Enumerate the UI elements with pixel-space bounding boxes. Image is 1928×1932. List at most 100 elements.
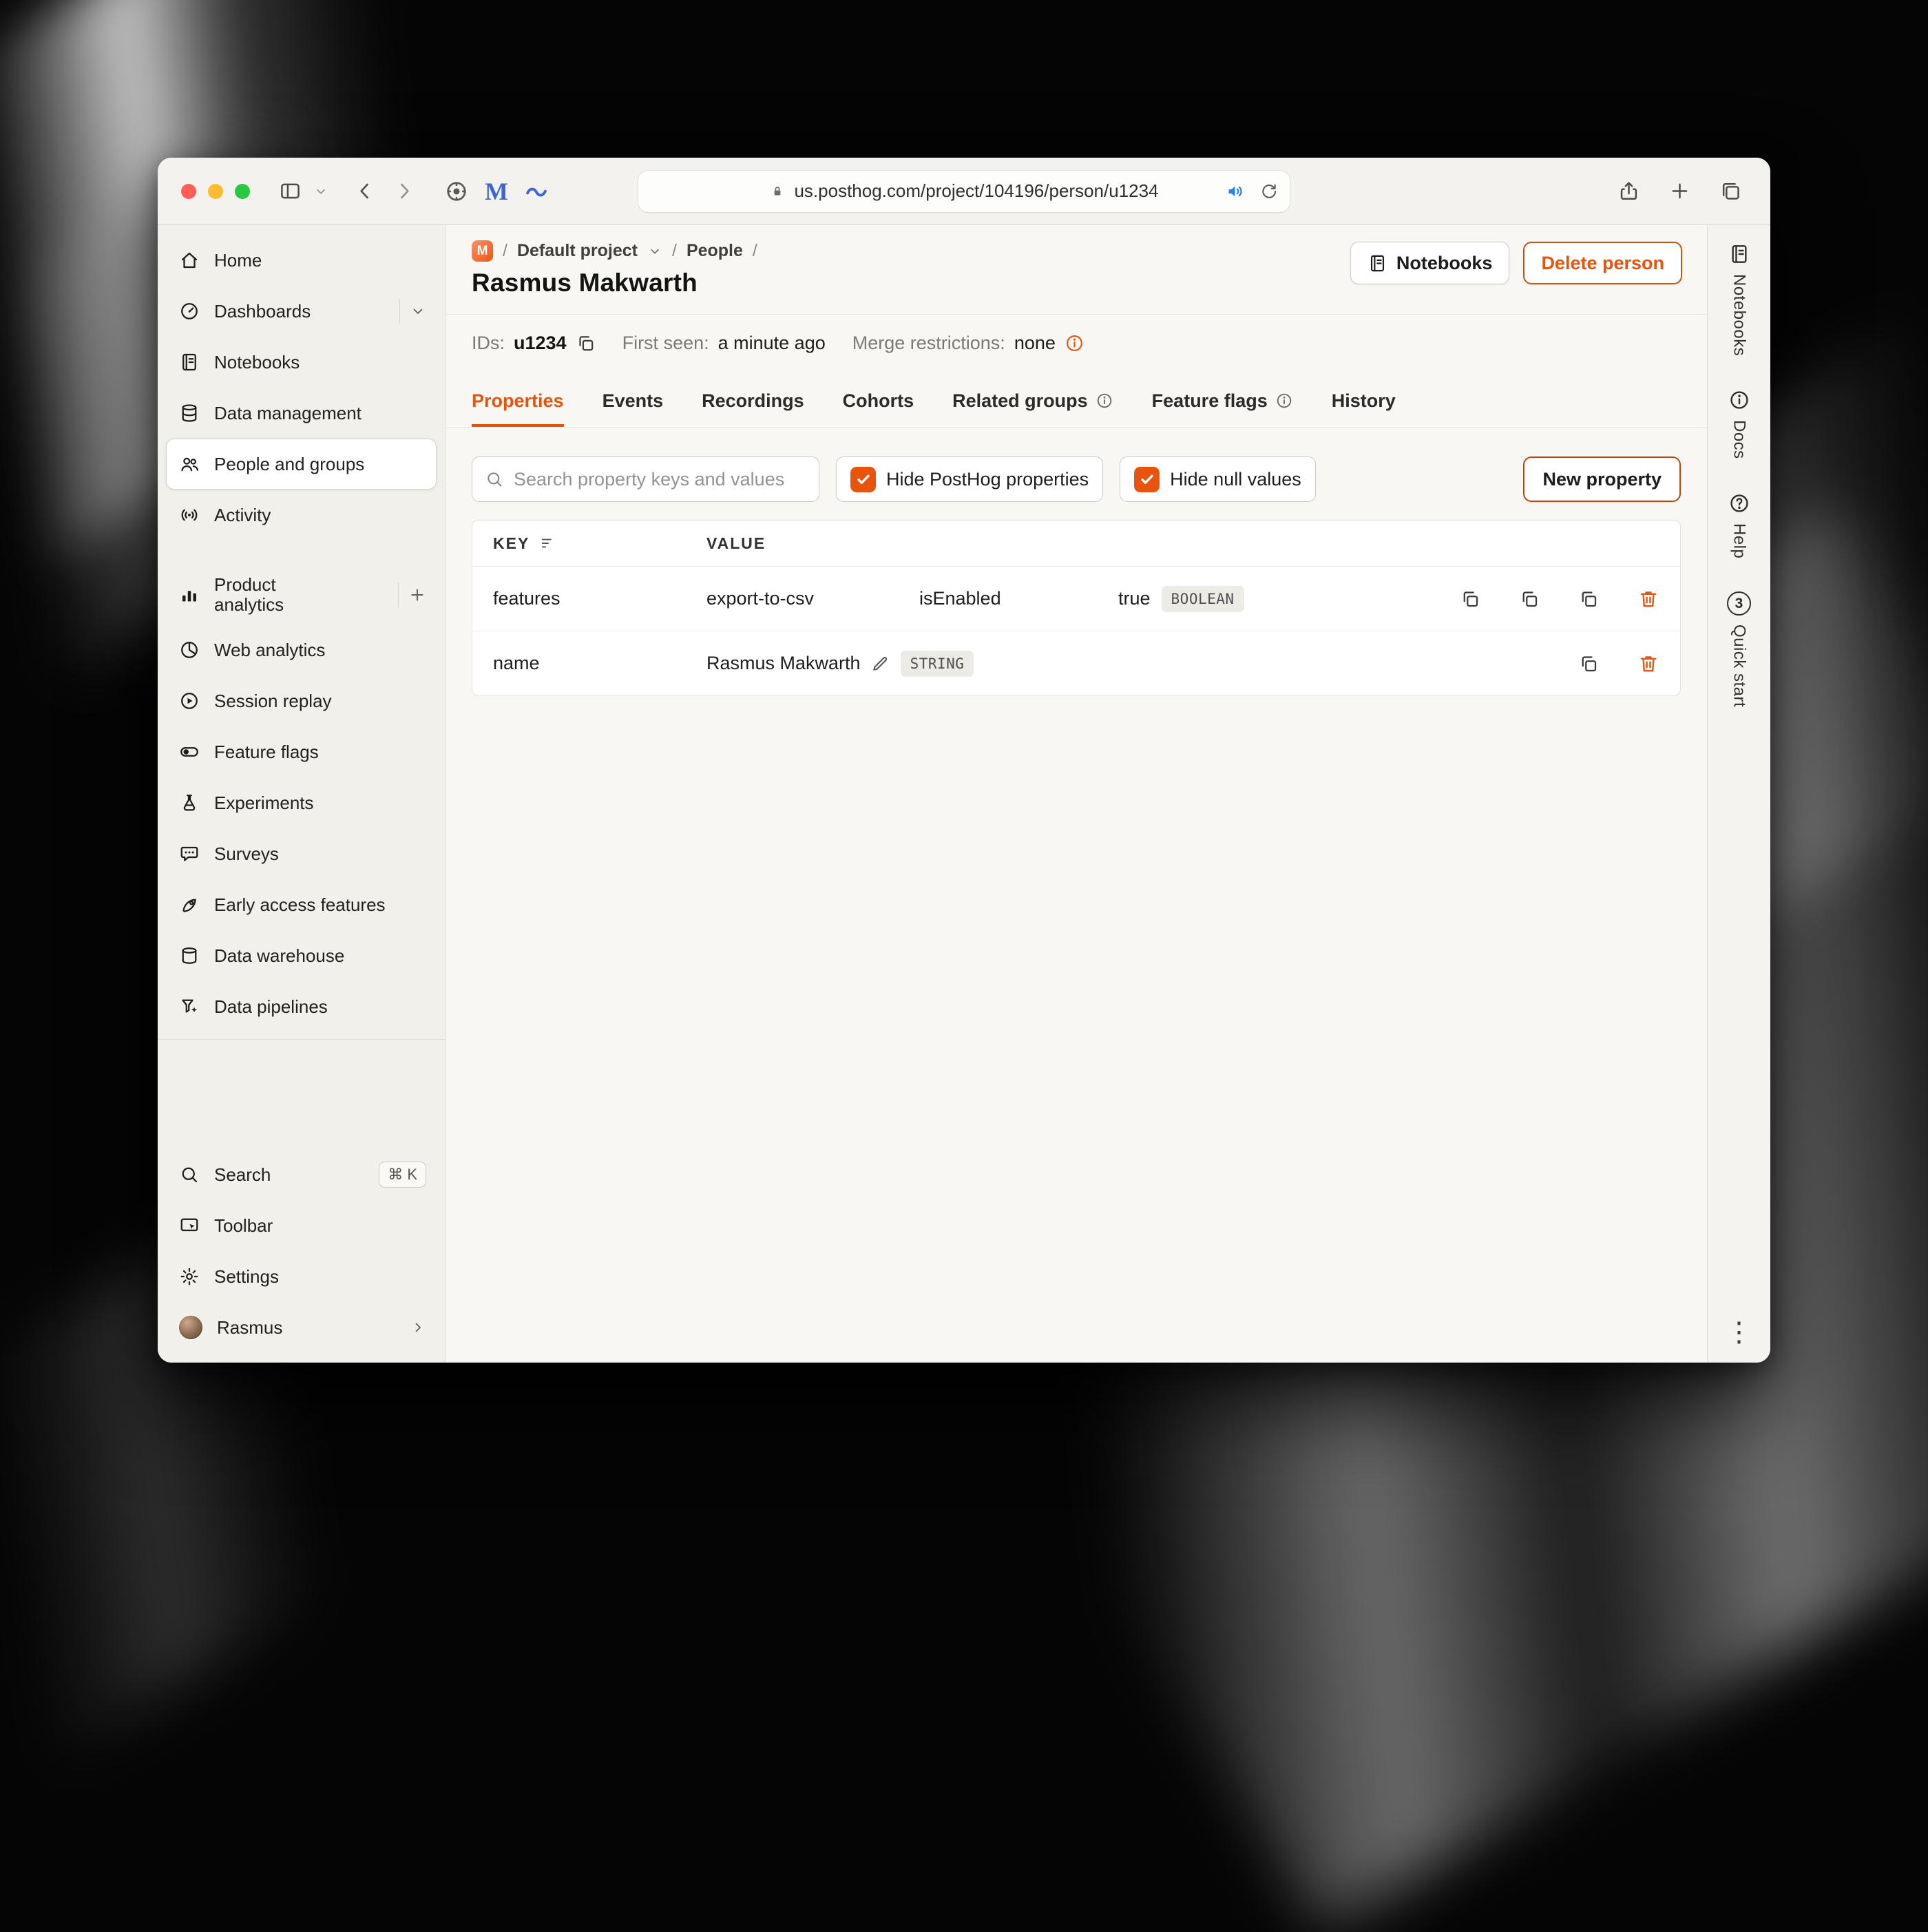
breadcrumb-people-link[interactable]: People [687, 241, 743, 261]
property-path-segment: isEnabled [919, 588, 1001, 609]
type-badge: BOOLEAN [1161, 585, 1244, 612]
type-badge: STRING [900, 650, 974, 677]
rail-item-help[interactable]: Help [1728, 492, 1750, 558]
value-column-header: VALUE [706, 534, 766, 552]
close-window-button[interactable] [181, 183, 196, 199]
first-seen-label: First seen: [622, 333, 709, 353]
delete-person-button[interactable]: Delete person [1523, 242, 1682, 284]
sidebar-item-experiments[interactable]: Experiments [166, 777, 437, 828]
sidebar-item-notebooks[interactable]: Notebooks [166, 337, 437, 388]
tab-feature-flags[interactable]: Feature flags [1152, 377, 1293, 427]
zoom-window-button[interactable] [235, 183, 250, 199]
keyboard-shortcut-badge: ⌘ K [379, 1162, 426, 1188]
checkbox-checked-icon[interactable] [1134, 466, 1160, 492]
page-header: M / Default project / People / Rasmus Ma… [446, 225, 1707, 315]
copy-icon[interactable] [576, 333, 596, 353]
broadcast-icon [179, 505, 200, 525]
sidebar-item-search[interactable]: Search ⌘ K [166, 1149, 437, 1200]
address-bar[interactable]: us.posthog.com/project/104196/person/u12… [638, 170, 1290, 212]
sort-icon[interactable] [539, 534, 557, 552]
tab-related-groups[interactable]: Related groups [952, 377, 1113, 427]
sidebar-toggle-button[interactable] [273, 175, 306, 208]
delete-property-icon[interactable] [1637, 653, 1659, 675]
tab-properties[interactable]: Properties [472, 377, 564, 427]
rail-item-quick-start[interactable]: 3 Quick start [1727, 591, 1751, 708]
delete-property-icon[interactable] [1637, 588, 1659, 610]
tab-recordings[interactable]: Recordings [702, 377, 804, 427]
property-search-box[interactable] [472, 456, 819, 502]
sidebar-panel-icon [279, 180, 302, 202]
lock-icon [769, 183, 786, 200]
tab-history[interactable]: History [1332, 377, 1396, 427]
sidebar-item-settings[interactable]: Settings [166, 1251, 437, 1302]
info-icon [1275, 392, 1293, 410]
extension-button[interactable] [520, 175, 553, 208]
sidebar-item-user[interactable]: Rasmus [166, 1302, 437, 1353]
new-property-button[interactable]: New property [1523, 456, 1681, 502]
tab-events[interactable]: Events [602, 377, 664, 427]
more-options-icon[interactable]: ⋮ [1726, 1319, 1753, 1363]
chevron-down-icon[interactable] [410, 303, 426, 319]
org-badge[interactable]: M [472, 240, 493, 262]
checkbox-checked-icon[interactable] [850, 466, 876, 492]
key-column-header: KEY [493, 534, 530, 552]
play-circle-icon [179, 691, 200, 711]
edit-pencil-icon[interactable] [870, 654, 890, 673]
chevron-right-icon [393, 180, 416, 202]
copy-icon[interactable] [1519, 589, 1540, 609]
rail-item-notebooks[interactable]: Notebooks [1728, 243, 1750, 356]
sidebar-item-data-pipelines[interactable]: Data pipelines [166, 981, 437, 1032]
people-icon [179, 454, 200, 474]
property-value: Rasmus Makwarth [706, 653, 861, 673]
property-row-features: features export-to-csv isEnabled true BO… [472, 566, 1680, 631]
sidebar-item-session-replay[interactable]: Session replay [166, 675, 437, 726]
info-icon[interactable] [1065, 333, 1084, 353]
minimize-window-button[interactable] [208, 183, 223, 199]
chevron-down-icon[interactable] [313, 184, 328, 199]
back-button[interactable] [348, 175, 381, 208]
share-button[interactable] [1612, 175, 1645, 208]
plus-icon[interactable] [408, 586, 426, 604]
sidebar-item-activity[interactable]: Activity [166, 490, 437, 540]
hide-null-values-checkbox[interactable]: Hide null values [1120, 456, 1316, 502]
copy-icon[interactable] [1460, 589, 1480, 609]
info-icon [1096, 392, 1113, 410]
rail-item-docs[interactable]: Docs [1728, 389, 1750, 459]
privacy-extension-button[interactable] [440, 175, 473, 208]
sidebar-item-data-warehouse[interactable]: Data warehouse [166, 930, 437, 981]
hide-posthog-properties-checkbox[interactable]: Hide PostHog properties [836, 456, 1104, 502]
reload-icon[interactable] [1259, 182, 1279, 201]
copy-icon[interactable] [1578, 589, 1599, 609]
chevron-down-icon[interactable] [647, 244, 662, 259]
properties-panel: Hide PostHog properties Hide null values… [446, 428, 1707, 724]
breadcrumb-project-link[interactable]: Default project [517, 241, 638, 261]
notebook-icon [1368, 253, 1387, 273]
sidebar-item-web-analytics[interactable]: Web analytics [166, 624, 437, 675]
sidebar-item-early-access-features[interactable]: Early access features [166, 879, 437, 930]
window-controls [181, 183, 250, 199]
sidebar-item-people-and-groups[interactable]: People and groups [166, 439, 437, 490]
sidebar-item-toolbar[interactable]: Toolbar [166, 1200, 437, 1251]
gmail-extension-button[interactable]: M [480, 175, 513, 208]
sidebar-item-home[interactable]: Home [166, 235, 437, 286]
property-key: features [493, 588, 560, 609]
breadcrumb-separator: / [752, 241, 757, 260]
audio-mute-icon[interactable] [1225, 181, 1246, 202]
sidebar-footer-nav: Search ⌘ K Toolbar Settings Rasmus [166, 1149, 437, 1353]
sidebar-item-surveys[interactable]: Surveys [166, 828, 437, 879]
notebook-icon [179, 352, 200, 372]
tab-overview-button[interactable] [1714, 175, 1747, 208]
table-header-row: KEY VALUE [472, 521, 1680, 566]
person-id: u1234 [514, 333, 567, 353]
forward-button[interactable] [388, 175, 421, 208]
notebooks-button[interactable]: Notebooks [1350, 242, 1510, 284]
sidebar-item-data-management[interactable]: Data management [166, 388, 437, 439]
sidebar-item-dashboards[interactable]: Dashboards [166, 286, 437, 337]
toolbar-window-icon [179, 1215, 200, 1236]
copy-icon[interactable] [1578, 653, 1599, 674]
sidebar-item-product-analytics[interactable]: Product analytics [166, 565, 437, 624]
sidebar-item-feature-flags[interactable]: Feature flags [166, 726, 437, 777]
property-search-input[interactable] [514, 468, 806, 490]
tab-cohorts[interactable]: Cohorts [843, 377, 914, 427]
new-tab-button[interactable] [1663, 175, 1696, 208]
